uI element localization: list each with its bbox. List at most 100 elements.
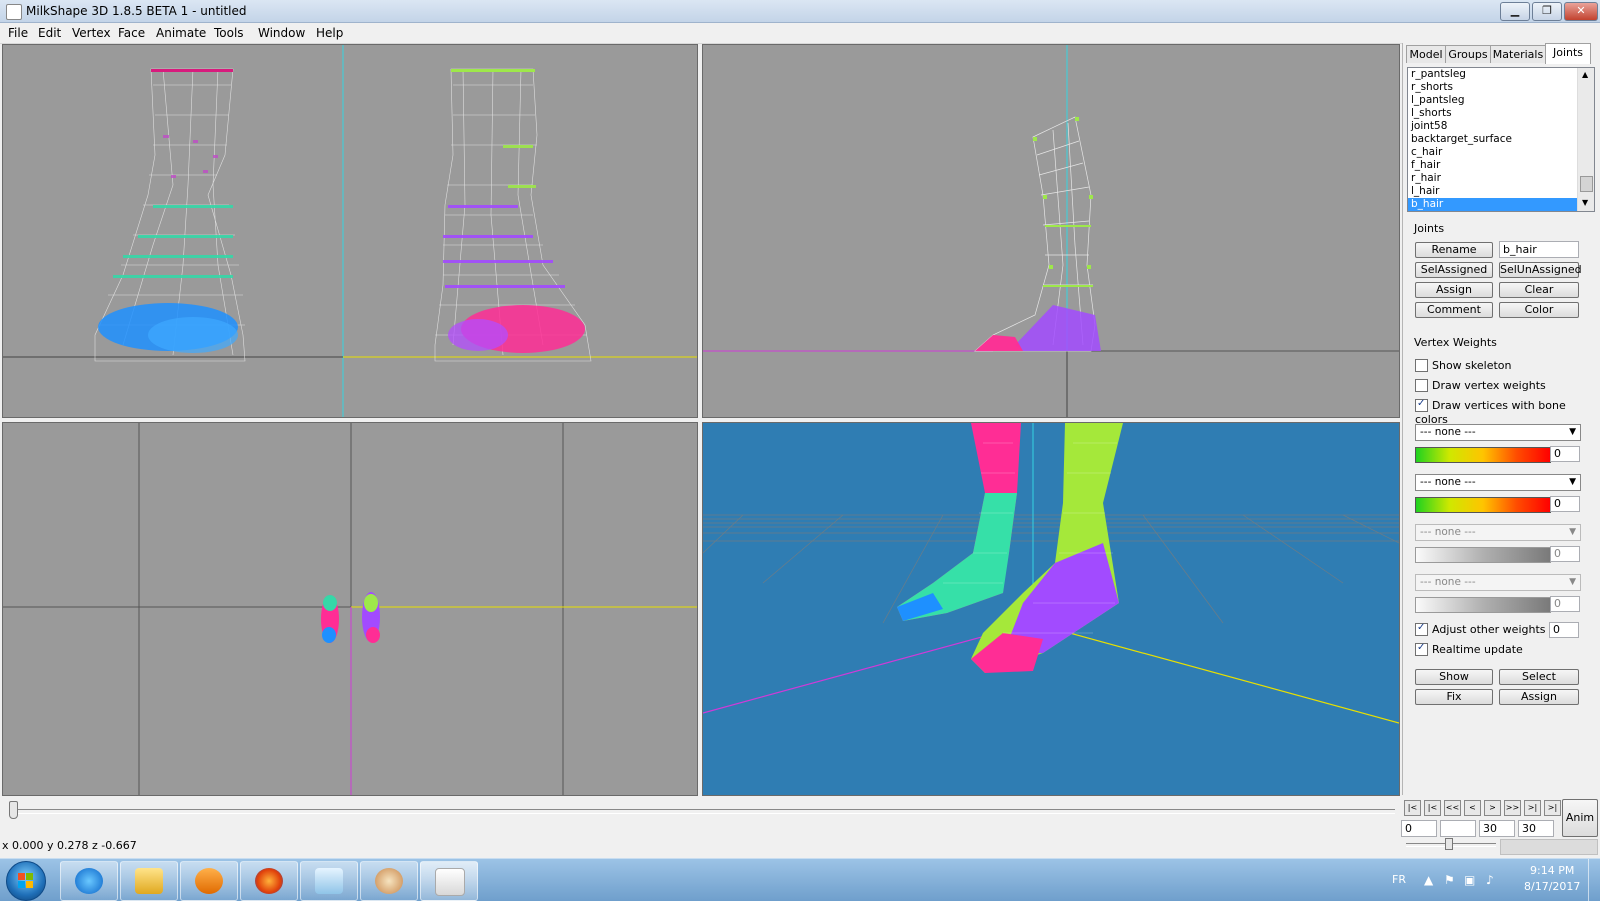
joint-list-item[interactable]: l_hair [1408, 185, 1594, 198]
menu-animate[interactable]: Animate [156, 25, 206, 41]
bone-4-weight-value[interactable]: 0 [1550, 596, 1580, 612]
draw-bone-colors-checkbox[interactable]: Draw vertices with bone colors [1415, 397, 1600, 426]
joint-list-item[interactable]: r_hair [1408, 172, 1594, 185]
assign-weights-button[interactable]: Assign [1499, 689, 1579, 705]
joint-list-item[interactable]: r_shorts [1408, 81, 1594, 94]
joint-list-item-selected[interactable]: b_hair [1408, 198, 1594, 211]
viewport-3d[interactable] [702, 422, 1400, 796]
assign-joint-button[interactable]: Assign [1415, 282, 1493, 298]
fast-forward-icon[interactable]: >> [1504, 800, 1521, 816]
minimize-button[interactable]: ▁ [1500, 2, 1530, 21]
show-weights-button[interactable]: Show [1415, 669, 1493, 685]
bone-2-weight-slider[interactable] [1415, 497, 1551, 513]
tab-groups[interactable]: Groups [1445, 45, 1491, 63]
joint-name-field[interactable]: b_hair [1499, 241, 1579, 258]
prev-frame-icon[interactable]: < [1464, 800, 1481, 816]
checkbox-checked-icon[interactable] [1415, 641, 1428, 656]
animation-timeline[interactable] [0, 798, 1400, 824]
selunassigned-button[interactable]: SelUnAssigned [1499, 262, 1582, 278]
viewport-top[interactable] [2, 422, 698, 796]
checkbox-checked-icon[interactable] [1415, 621, 1428, 636]
next-frame-icon[interactable]: > [1484, 800, 1501, 816]
start-button[interactable] [6, 861, 46, 901]
first-frame-icon[interactable]: |< [1404, 800, 1421, 816]
bone-4-weight-slider[interactable] [1415, 597, 1551, 613]
bone-3-weight-value[interactable]: 0 [1550, 546, 1580, 562]
joint-list-item[interactable]: joint58 [1408, 120, 1594, 133]
realtime-update-checkbox[interactable]: Realtime update [1415, 641, 1523, 657]
checkbox-icon[interactable] [1415, 358, 1428, 372]
bone-3-select[interactable]: --- none --- ▼ [1415, 524, 1581, 541]
menu-vertex[interactable]: Vertex [72, 25, 111, 41]
timeline-thumb[interactable] [9, 801, 18, 819]
joint-list-item[interactable]: backtarget_surface [1408, 133, 1594, 146]
tab-joints[interactable]: Joints [1545, 43, 1591, 64]
bone-2-select[interactable]: --- none --- ▼ [1415, 474, 1581, 491]
joint-list-item[interactable]: f_hair [1408, 159, 1594, 172]
adjust-other-weights-checkbox[interactable]: Adjust other weights [1415, 621, 1546, 637]
bone-1-weight-slider[interactable] [1415, 447, 1551, 463]
joint-list-scrollbar[interactable]: ▲ ▼ [1577, 68, 1594, 211]
show-skeleton-checkbox[interactable]: Show skeleton [1415, 358, 1512, 373]
show-desktop-button[interactable] [1588, 859, 1600, 901]
selassigned-button[interactable]: SelAssigned [1415, 262, 1493, 278]
bone-2-weight-value[interactable]: 0 [1550, 496, 1580, 512]
bone-1-weight-value[interactable]: 0 [1550, 446, 1580, 462]
checkbox-icon[interactable] [1415, 378, 1428, 392]
action-center-flag-icon[interactable]: ⚑ [1444, 873, 1455, 887]
timeline-track[interactable] [10, 809, 1395, 814]
scroll-down-icon[interactable]: ▼ [1582, 198, 1588, 207]
close-button[interactable]: ✕ [1564, 2, 1598, 21]
menu-window[interactable]: Window [258, 25, 305, 41]
frame-total-field[interactable]: 30 [1518, 820, 1554, 837]
comment-button[interactable]: Comment [1415, 302, 1493, 318]
network-icon[interactable]: ▣ [1464, 873, 1475, 887]
frame-current-field[interactable] [1440, 820, 1476, 837]
draw-vertex-weights-checkbox[interactable]: Draw vertex weights [1415, 378, 1546, 393]
adjust-other-weights-value[interactable]: 0 [1549, 622, 1579, 638]
taskbar-explorer[interactable] [120, 861, 178, 901]
rewind-icon[interactable]: << [1444, 800, 1461, 816]
taskbar-notepad[interactable] [300, 861, 358, 901]
fix-weights-button[interactable]: Fix [1415, 689, 1493, 705]
language-indicator[interactable]: FR [1392, 873, 1406, 886]
viewport-side[interactable] [702, 44, 1400, 418]
menu-face[interactable]: Face [118, 25, 145, 41]
taskbar-milkshape[interactable] [420, 861, 478, 901]
bone-3-weight-slider[interactable] [1415, 547, 1551, 563]
clear-button[interactable]: Clear [1499, 282, 1579, 298]
joint-list-item[interactable]: r_pantsleg [1408, 68, 1594, 81]
taskbar-media-player[interactable] [180, 861, 238, 901]
taskbar-firefox[interactable] [240, 861, 298, 901]
scroll-thumb[interactable] [1580, 176, 1593, 192]
viewport-front[interactable] [2, 44, 698, 418]
anim-button[interactable]: Anim [1562, 799, 1598, 837]
joint-list-item[interactable]: l_shorts [1408, 107, 1594, 120]
next-key-icon[interactable]: >| [1524, 800, 1541, 816]
scroll-up-icon[interactable]: ▲ [1582, 70, 1588, 79]
frame-end-field[interactable]: 30 [1479, 820, 1515, 837]
tab-materials[interactable]: Materials [1490, 45, 1546, 63]
bone-1-select[interactable]: --- none --- ▼ [1415, 424, 1581, 441]
select-weights-button[interactable]: Select [1499, 669, 1579, 685]
menu-file[interactable]: File [8, 25, 28, 41]
volume-icon[interactable]: ♪ [1486, 873, 1494, 887]
clock-time[interactable]: 9:14 PM [1530, 864, 1574, 877]
taskbar-paint[interactable] [360, 861, 418, 901]
menu-help[interactable]: Help [316, 25, 343, 41]
rename-button[interactable]: Rename [1415, 242, 1493, 258]
menu-edit[interactable]: Edit [38, 25, 61, 41]
tab-model[interactable]: Model [1406, 45, 1446, 63]
checkbox-checked-icon[interactable] [1415, 397, 1428, 412]
show-hidden-icons-icon[interactable]: ▲ [1424, 873, 1433, 887]
joint-list-item[interactable]: l_pantsleg [1408, 94, 1594, 107]
joint-list-item[interactable]: c_hair [1408, 146, 1594, 159]
menu-tools[interactable]: Tools [214, 25, 244, 41]
last-frame-icon[interactable]: >| [1544, 800, 1561, 816]
joint-list[interactable]: r_pantsleg r_shorts l_pantsleg l_shorts … [1407, 67, 1595, 212]
bone-4-select[interactable]: --- none --- ▼ [1415, 574, 1581, 591]
frame-start-field[interactable]: 0 [1401, 820, 1437, 837]
restore-button[interactable]: ❐ [1532, 2, 1562, 21]
color-button[interactable]: Color [1499, 302, 1579, 318]
clock-date[interactable]: 8/17/2017 [1524, 880, 1580, 893]
